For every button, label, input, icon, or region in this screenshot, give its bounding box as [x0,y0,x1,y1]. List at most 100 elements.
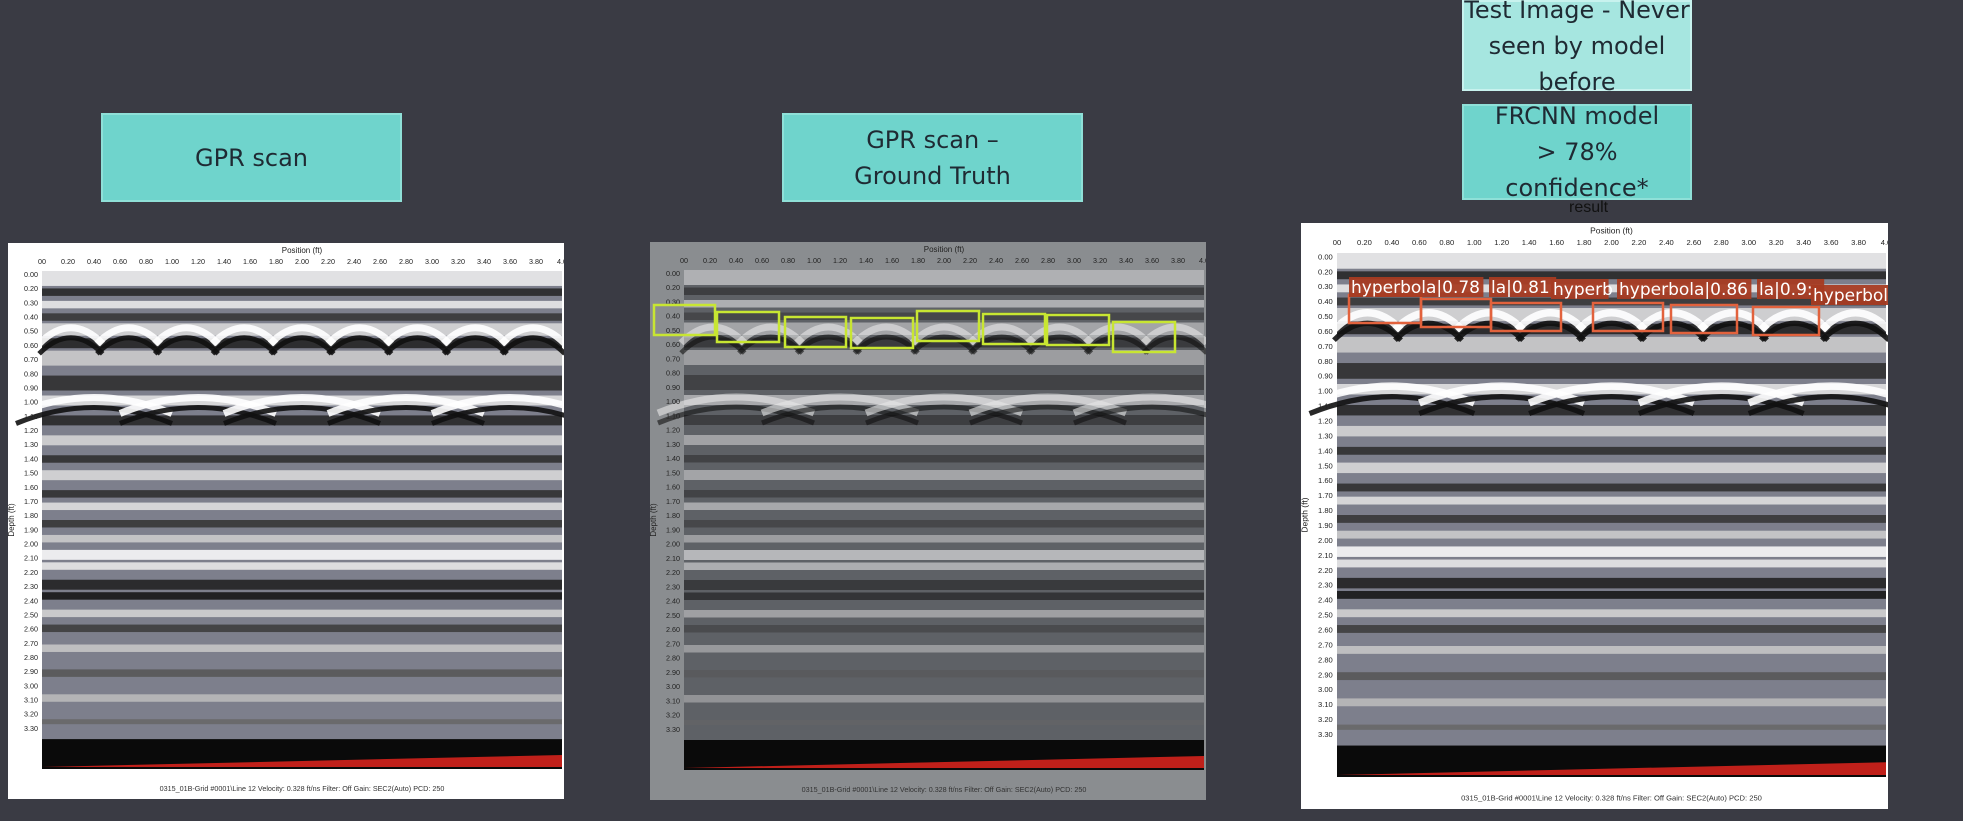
y-tick-label: 1.90 [24,525,38,534]
x-tick-label: 2.40 [989,256,1003,265]
y-tick-label: 1.50 [24,469,38,478]
result-caption: result [1569,199,1609,216]
y-tick-label: 3.20 [666,711,680,720]
y-tick-label: 0.80 [666,369,680,378]
y-tick-label: 1.30 [1318,431,1333,440]
test-image-label-line1: Test Image - Never [1464,0,1690,24]
x-tick-label: 2.40 [347,257,361,266]
scan-footer: 0315_01B-Grid #0001\Line 12 Velocity: 0.… [802,785,1087,794]
x-tick-label: 3.20 [451,257,465,266]
frcnn-model-label: FRCNN model > 78% confidence* [1462,102,1692,202]
y-tick-label: 3.10 [1318,700,1333,709]
x-tick-label: 0.40 [729,256,743,265]
x-tick-label: 1.60 [1549,238,1564,247]
y-tick-label: 2.40 [666,597,680,606]
y-tick-label: 1.70 [1318,491,1333,500]
x-tick-label: 2.80 [399,257,413,266]
gpr-scan-label-text: GPR scan [195,143,308,172]
gpr-scan-label: GPR scan [101,113,402,202]
gpr-scan-radargram: Position (ft) 00 0.20 0.40 0.60 0.80 1.00 1.20 1… [8,243,564,799]
x-tick-label: 0.80 [139,257,153,266]
x-tick-label: 2.60 [1015,256,1029,265]
y-tick-label: 2.30 [1318,581,1333,590]
x-tick-label: 0.60 [1412,238,1427,247]
position-axis-label: Position (ft) [924,245,965,254]
x-tick-label: 00 [38,257,46,266]
x-tick-label: 0.20 [703,256,717,265]
y-tick-label: 3.00 [666,682,680,691]
x-tick-label: 1.80 [269,257,283,266]
x-tick-label: 1.00 [165,257,179,266]
y-tick-label: 1.10 [666,411,680,420]
y-tick-label: 0.60 [1318,327,1333,336]
y-tick-label: 3.10 [666,696,680,705]
x-tick-label: 3.00 [1741,238,1756,247]
x-tick-label: 3.40 [1119,256,1133,265]
x-tick-label: 2.00 [295,257,309,266]
detection-label: hyperbola|0.86 [1619,280,1748,300]
y-tick-label: 2.20 [24,568,38,577]
detection-label: la|0.9: [1759,280,1813,300]
ground-truth-label: GPR scan – Ground Truth [782,113,1083,202]
x-tick-label: 3.20 [1093,256,1107,265]
y-tick-label: 0.90 [666,383,680,392]
y-tick-label: 2.40 [1318,596,1333,605]
ground-truth-radargram: Position (ft) 00 0.20 0.40 0.60 0.80 1.00 1.20 1… [650,242,1206,800]
y-tick-label: 2.80 [666,654,680,663]
x-tick-label: 2.00 [937,256,951,265]
ground-truth-label-line2: Ground Truth [854,161,1011,190]
y-tick-label: 0.20 [1318,267,1333,276]
y-tick-label: 1.80 [666,511,680,520]
y-tick-label: 2.20 [1318,566,1333,575]
y-tick-label: 1.00 [666,397,680,406]
y-tick-label: 2.00 [1318,536,1333,545]
x-tick-label: 4.0 [1881,238,1888,247]
x-tick-label: 3.60 [503,257,517,266]
result-image: Position (ft) 00 0.20 0.40 0.60 0.80 1.00 1.20 1… [1301,223,1888,809]
y-tick-label: 1.10 [24,412,38,421]
ground-truth-label-line1: GPR scan – [866,125,999,154]
x-tick-label: 1.60 [243,257,257,266]
x-tick-label: 2.60 [373,257,387,266]
y-tick-label: 2.10 [666,554,680,563]
y-tick-label: 0.50 [1318,312,1333,321]
x-tick-label: 0.80 [1439,238,1454,247]
x-tick-label: 4.0 [557,257,564,266]
y-tick-label: 2.70 [666,639,680,648]
y-tick-label: 1.90 [1318,521,1333,530]
x-tick-label: 1.40 [217,257,231,266]
y-tick-label: 0.30 [24,298,38,307]
y-tick-label: 2.90 [1318,670,1333,679]
depth-axis-label: Depth (ft) [8,503,16,537]
ground-truth-image: Position (ft) 00 0.20 0.40 0.60 0.80 1.00 1.20 1… [650,242,1206,800]
x-tick-label: 2.20 [321,257,335,266]
x-tick-label: 1.40 [859,256,873,265]
y-tick-label: 2.50 [24,610,38,619]
y-tick-label: 1.20 [1318,417,1333,426]
y-tick-label: 2.10 [24,554,38,563]
x-tick-label: 3.40 [1796,238,1811,247]
y-tick-label: 2.00 [24,540,38,549]
y-tick-label: 0.20 [666,283,680,292]
x-tick-label: 2.80 [1714,238,1729,247]
detection-label: hyperbola|0.84 [1813,286,1888,306]
y-tick-label: 1.70 [666,497,680,506]
y-tick-label: 2.60 [24,625,38,634]
y-tick-label: 0.70 [666,354,680,363]
y-tick-label: 2.30 [24,582,38,591]
y-tick-label: 1.80 [1318,506,1333,515]
y-tick-label: 0.00 [24,270,38,279]
x-tick-label: 4.0 [1199,256,1206,265]
x-tick-label: 2.40 [1659,238,1674,247]
x-tick-label: 3.80 [529,257,543,266]
x-tick-label: 1.20 [191,257,205,266]
position-axis-label: Position (ft) [1590,226,1633,236]
x-tick-label: 2.00 [1604,238,1619,247]
x-tick-label: 1.00 [807,256,821,265]
y-tick-label: 2.80 [1318,655,1333,664]
x-tick-label: 2.20 [1632,238,1647,247]
y-tick-label: 3.00 [1318,685,1333,694]
x-tick-label: 0.80 [781,256,795,265]
y-tick-label: 1.70 [24,497,38,506]
x-tick-label: 3.20 [1769,238,1784,247]
